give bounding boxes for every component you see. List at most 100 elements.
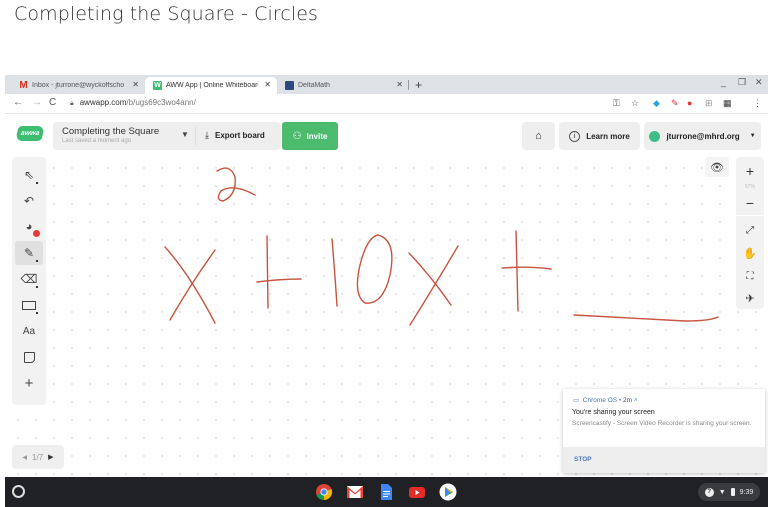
tab-strip: M Inbox - jturrone@wyckoffschools ✕ W AW…: [5, 75, 768, 94]
divider: [736, 215, 764, 216]
palette-icon: ◕: [25, 221, 33, 233]
notification-header: ▭ Chrome OS • 2m ˄: [573, 396, 638, 404]
fit-screen-button[interactable]: ⤢: [736, 220, 764, 240]
pan-tool[interactable]: ✋: [736, 243, 764, 263]
next-page-button[interactable]: ▶: [48, 453, 53, 461]
undo-icon: ↶: [23, 194, 35, 208]
text-tool[interactable]: Aa: [15, 319, 43, 343]
pencil-icon: ✎: [23, 246, 35, 260]
eraser-tool[interactable]: ⌫: [15, 267, 43, 291]
divider: [195, 127, 196, 145]
pen-tool[interactable]: ✎: [15, 241, 43, 265]
export-label: Export board: [214, 131, 265, 140]
plus-icon: +: [745, 163, 755, 179]
ink-blank-line: [573, 314, 719, 322]
youtube-icon[interactable]: [408, 483, 426, 501]
active-color-swatch: [33, 230, 40, 237]
page-indicator: 1/7: [32, 452, 44, 462]
apps-grid-icon[interactable]: ▦: [723, 98, 732, 109]
extension-diamond-icon[interactable]: ◆: [653, 98, 660, 109]
home-button[interactable]: ⌂: [522, 122, 555, 150]
minus-icon: −: [745, 195, 755, 211]
address-bar: ← → C 🔒︎ awwapp.com/b/ugs69c3wo4ann/ ⚿ ☆ …: [5, 94, 768, 114]
status-tray[interactable]: ? ▼ 9:39: [698, 483, 760, 501]
user-email: jturrone@mhrd.org: [666, 131, 740, 141]
sticky-note-tool[interactable]: [15, 345, 43, 369]
minimize-button[interactable]: _: [721, 77, 726, 87]
play-store-icon[interactable]: [439, 483, 457, 501]
caret-down-icon[interactable]: ▼: [181, 130, 189, 139]
reload-button[interactable]: C: [49, 97, 56, 108]
bookmark-star-icon[interactable]: ☆: [631, 98, 639, 109]
ink-plus2-horizontal: [501, 266, 552, 270]
add-button[interactable]: +: [15, 371, 43, 395]
board-menu[interactable]: Completing the Square Last saved a momen…: [53, 122, 281, 150]
visibility-button[interactable]: 👁︎: [705, 157, 729, 177]
clock: 9:39: [739, 488, 754, 496]
ink-x2-stroke2: [409, 245, 459, 326]
select-tool[interactable]: ⇖: [15, 163, 43, 187]
notification-title: You're sharing your screen: [572, 409, 655, 416]
gmail-icon: M: [19, 80, 28, 91]
close-tab-icon[interactable]: ✕: [396, 80, 403, 89]
screen-share-notification: ▭ Chrome OS • 2m ˄ You're sharing your s…: [563, 389, 765, 473]
invite-button[interactable]: ⚇ Invite: [282, 122, 338, 150]
ink-plus2-vertical: [515, 230, 519, 312]
rectangle-icon: [22, 300, 36, 310]
ink-x1-stroke1: [164, 246, 216, 324]
forward-button[interactable]: →: [32, 97, 42, 108]
laser-icon: ✈: [745, 292, 755, 305]
new-tab-button[interactable]: +: [415, 78, 422, 92]
focus-frame-icon: ⛶: [746, 270, 754, 282]
close-window-button[interactable]: ✕: [755, 77, 763, 88]
zoom-out-button[interactable]: −: [736, 193, 764, 213]
undo-button[interactable]: ↶: [15, 189, 43, 213]
close-tab-icon[interactable]: ✕: [132, 80, 139, 89]
menu-kebab-icon[interactable]: ⋮: [753, 98, 762, 109]
launcher-button[interactable]: [12, 485, 25, 498]
extension-screencastify-icon[interactable]: ●: [687, 98, 692, 108]
color-palette-tool[interactable]: ◕: [15, 215, 43, 239]
zoom-in-button[interactable]: +: [736, 161, 764, 181]
stop-sharing-button[interactable]: STOP: [574, 456, 592, 463]
right-toolbar: + 67% − ⤢ ✋ ⛶ ✈: [736, 157, 764, 309]
notification-actions: STOP: [563, 447, 765, 473]
previous-page-button[interactable]: ◀: [22, 454, 27, 461]
cast-icon: ▭: [573, 397, 580, 404]
board-name[interactable]: Completing the Square: [62, 126, 159, 137]
gmail-icon[interactable]: [346, 483, 364, 501]
url-field[interactable]: 🔒︎ awwapp.com/b/ugs69c3wo4ann/: [70, 98, 196, 108]
page-title: Completing the Square - Circles: [14, 3, 319, 25]
chrome-icon[interactable]: [315, 483, 333, 501]
learn-more-label: Learn more: [586, 131, 630, 141]
docs-icon[interactable]: [377, 483, 395, 501]
url-host: awwapp.com: [79, 98, 127, 107]
aww-logo[interactable]: awwa: [15, 126, 45, 141]
user-menu[interactable]: jturrone@mhrd.org ▼: [644, 122, 761, 150]
close-tab-icon[interactable]: ✕: [264, 80, 271, 89]
restore-button[interactable]: ❐: [738, 77, 746, 88]
chevron-up-icon[interactable]: ˄: [634, 397, 638, 404]
shape-tool[interactable]: [15, 293, 43, 317]
tab-gmail[interactable]: M Inbox - jturrone@wyckoffschools ✕: [11, 77, 145, 94]
key-icon[interactable]: ⚿: [613, 98, 620, 109]
expand-arrows-icon: ⤢: [746, 224, 754, 236]
ink-plus1-horizontal: [256, 278, 302, 283]
back-button[interactable]: ←: [13, 97, 23, 108]
tab-deltamath[interactable]: DeltaMath ✕: [277, 77, 409, 94]
text-icon: Aa: [22, 325, 36, 337]
download-icon: ⤓: [205, 130, 209, 140]
extension-pen-icon[interactable]: ✎: [671, 98, 679, 109]
ink-zero: [356, 234, 393, 304]
learn-more-button[interactable]: i Learn more: [559, 122, 640, 150]
extension-grid-icon[interactable]: ⊞: [705, 98, 713, 109]
cursor-icon: ⇖: [23, 168, 35, 182]
center-view-button[interactable]: ⛶: [736, 266, 764, 286]
laser-pointer-tool[interactable]: ✈: [736, 288, 764, 308]
zoom-level: 67%: [744, 184, 755, 190]
eye-icon: 👁︎: [710, 161, 724, 174]
tab-aww-app[interactable]: W AWW App | Online Whiteboard ✕: [145, 77, 277, 94]
export-board-button[interactable]: ⤓ Export board: [205, 130, 265, 141]
notification-age: 2m: [623, 397, 633, 404]
eraser-icon: ⌫: [20, 272, 38, 286]
